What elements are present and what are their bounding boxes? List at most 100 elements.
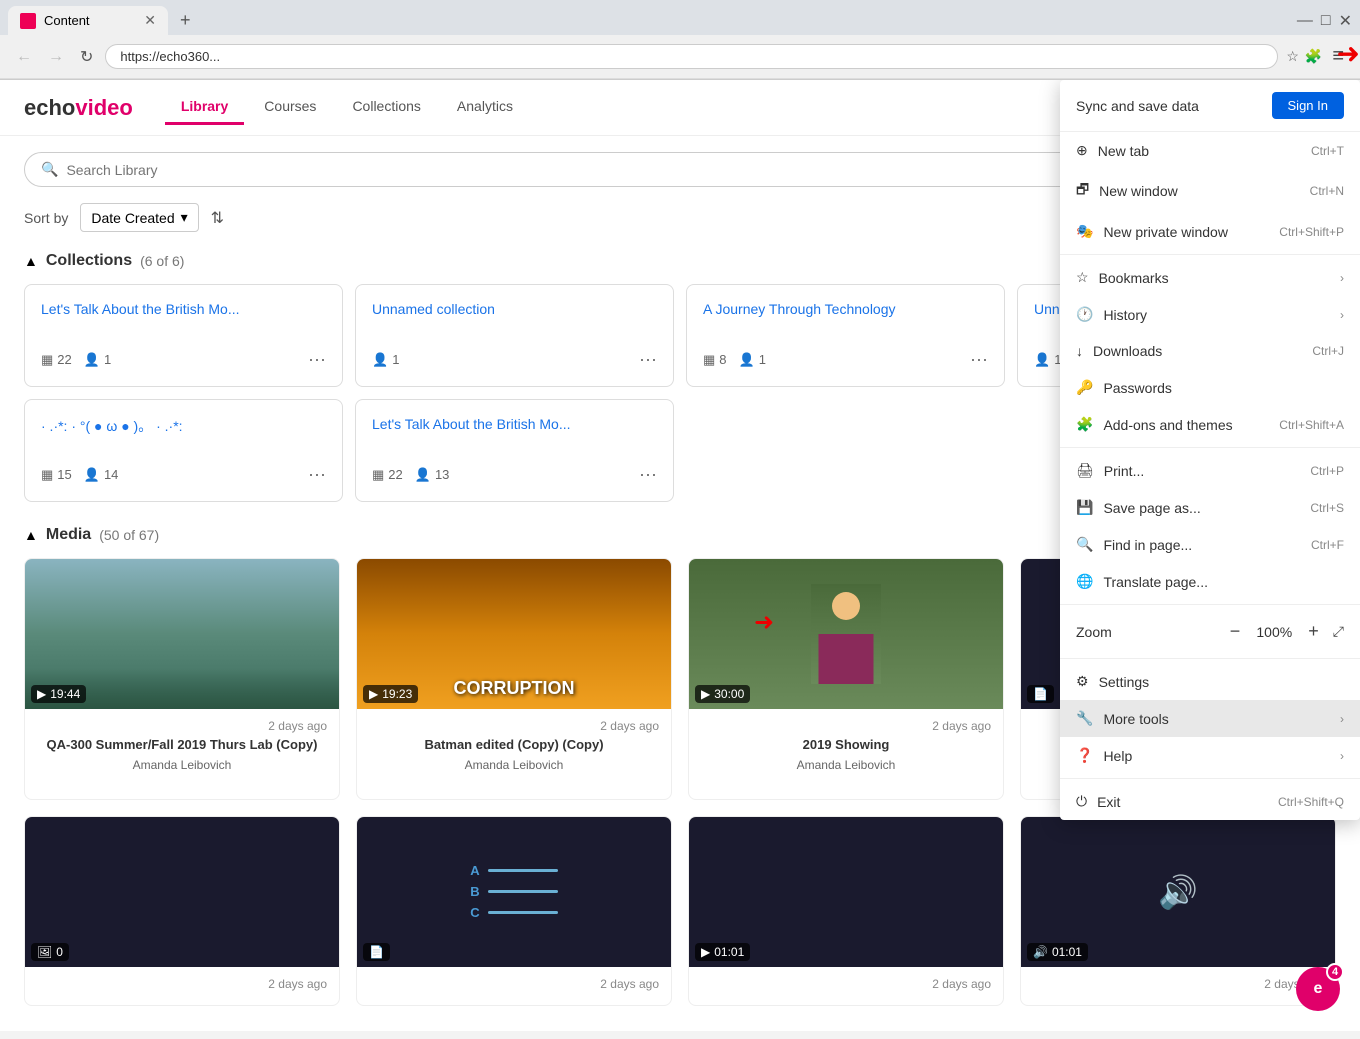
media-card-6[interactable]: ▶ 01:01 2 days ago	[688, 816, 1004, 1006]
items-stat-5: ▦22	[372, 467, 403, 483]
active-tab[interactable]: Content ✕	[8, 6, 168, 35]
collapse-icon: ▲	[24, 253, 38, 269]
users-icon-1: 👤	[372, 352, 388, 368]
media-info-4: 2 days ago	[25, 967, 339, 1005]
menu-item-passwords[interactable]: 🔑 Passwords	[1060, 369, 1360, 406]
collection-card-5[interactable]: Let's Talk About the British Mo... ▦22 👤…	[355, 399, 674, 502]
star-icon[interactable]: ☆	[1286, 48, 1299, 65]
collection-more-0[interactable]: ···	[308, 349, 326, 370]
zoom-in-button[interactable]: +	[1302, 619, 1325, 644]
media-count: (50 of 67)	[99, 527, 159, 543]
new-window-icon: 🗗	[1076, 179, 1089, 203]
collection-card-2[interactable]: A Journey Through Technology ▦8 👤1 ···	[686, 284, 1005, 387]
address-icons: ☆ 🧩 ≡ ➜	[1286, 41, 1348, 72]
zoom-fullscreen-button[interactable]: ⤢	[1333, 623, 1344, 640]
forward-button[interactable]: →	[44, 44, 68, 70]
collection-more-1[interactable]: ···	[639, 349, 657, 370]
users-icon-5: 👤	[415, 467, 431, 483]
new-tab-button[interactable]: +	[172, 6, 199, 35]
help-chevron: ›	[1340, 749, 1344, 763]
media-author-1: Amanda Leibovich	[369, 758, 659, 772]
media-collapse-icon: ▲	[24, 527, 38, 543]
media-card-0[interactable]: ▶ 19:44 2 days ago QA-300 Summer/Fall 20…	[24, 558, 340, 800]
menu-divider-4	[1060, 658, 1360, 659]
menu-item-translate[interactable]: 🌐 Translate page...	[1060, 563, 1360, 600]
media-duration-3: 📄	[1027, 685, 1054, 703]
media-duration-6: ▶ 01:01	[695, 943, 750, 961]
collection-card-0[interactable]: Let's Talk About the British Mo... ▦22 👤…	[24, 284, 343, 387]
sort-order-button[interactable]: ⇅	[211, 208, 224, 228]
history-icon: 🕐	[1076, 306, 1093, 323]
play-icon-1: ▶	[369, 687, 378, 701]
menu-item-exit[interactable]: ⏻ Exit Ctrl+Shift+Q	[1060, 783, 1360, 820]
collection-more-2[interactable]: ···	[970, 349, 988, 370]
menu-item-more-tools[interactable]: 🔧 More tools ›	[1060, 700, 1360, 737]
menu-item-print[interactable]: 🖨 Print... Ctrl+P	[1060, 452, 1360, 489]
media-card-1[interactable]: CORRUPTION ▶ 19:23 2 days ago Batman edi…	[356, 558, 672, 800]
back-button[interactable]: ←	[12, 44, 36, 70]
tab-close-button[interactable]: ✕	[144, 12, 156, 29]
firefox-menu-button[interactable]: ≡	[1328, 41, 1348, 72]
media-card-5[interactable]: A B C 📄	[356, 816, 672, 1006]
save-page-icon: 💾	[1076, 499, 1093, 516]
media-age-7: 2 days ago	[1033, 977, 1323, 991]
find-icon: 🔍	[1076, 536, 1093, 553]
menu-item-history[interactable]: 🕐 History ›	[1060, 296, 1360, 333]
collection-card-4[interactable]: · .·*: · °( ● ω ● )。 · .·*: ▦15 👤14 ···	[24, 399, 343, 502]
collection-card-1[interactable]: Unnamed collection 👤1 ···	[355, 284, 674, 387]
save-page-label: Save page as...	[1103, 500, 1200, 516]
media-thumb-7: 🔊 🔊 01:01	[1021, 817, 1335, 967]
menu-item-help[interactable]: ❓ Help ›	[1060, 737, 1360, 774]
media-thumb-1: CORRUPTION ▶ 19:23	[357, 559, 671, 709]
collection-more-4[interactable]: ···	[308, 464, 326, 485]
exit-shortcut: Ctrl+Shift+Q	[1278, 795, 1344, 809]
users-stat-5: 👤13	[415, 467, 450, 483]
media-age-4: 2 days ago	[37, 977, 327, 991]
users-icon-0: 👤	[84, 352, 100, 368]
maximize-button[interactable]: □	[1321, 12, 1331, 30]
nav-courses[interactable]: Courses	[248, 90, 332, 125]
zoom-control: − 100% + ⤢	[1224, 619, 1344, 644]
menu-item-addons[interactable]: 🧩 Add-ons and themes Ctrl+Shift+A	[1060, 406, 1360, 443]
media-card-2[interactable]: ▶ 30:00 2 days ago 2019 Showing Amanda L…	[688, 558, 1004, 800]
media-duration-5: 📄	[363, 943, 390, 961]
help-icon: ❓	[1076, 747, 1093, 764]
nav-library[interactable]: Library	[165, 90, 244, 125]
sort-dropdown[interactable]: Date Created ▾	[80, 203, 198, 232]
media-card-4[interactable]: 🖼 0 2 days ago	[24, 816, 340, 1006]
media-card-7[interactable]: 🔊 🔊 01:01 2 days ago	[1020, 816, 1336, 1006]
main-nav: Library Courses Collections Analytics	[165, 90, 529, 125]
help-label: Help	[1103, 748, 1132, 764]
minimize-button[interactable]: —	[1297, 12, 1313, 30]
menu-divider-2	[1060, 447, 1360, 448]
menu-item-settings[interactable]: ⚙ Settings	[1060, 663, 1360, 700]
collections-count: (6 of 6)	[140, 253, 184, 269]
zoom-out-button[interactable]: −	[1224, 619, 1247, 644]
refresh-button[interactable]: ↻	[76, 43, 97, 71]
menu-item-new-tab[interactable]: ⊕ New tab Ctrl+T	[1060, 132, 1360, 169]
nav-analytics[interactable]: Analytics	[441, 90, 529, 125]
menu-item-find[interactable]: 🔍 Find in page... Ctrl+F	[1060, 526, 1360, 563]
play-icon-0: ▶	[37, 687, 46, 701]
history-label: History	[1103, 307, 1147, 323]
close-window-button[interactable]: ✕	[1339, 11, 1352, 31]
menu-item-new-window[interactable]: 🗗 New window Ctrl+N	[1060, 169, 1360, 213]
address-bar: ← → ↻ ☆ 🧩 ≡ ➜	[0, 35, 1360, 79]
extensions-icon[interactable]: 🧩	[1305, 48, 1322, 65]
nav-collections[interactable]: Collections	[336, 90, 436, 125]
menu-item-save-page[interactable]: 💾 Save page as... Ctrl+S	[1060, 489, 1360, 526]
items-stat-4: ▦15	[41, 467, 72, 483]
url-input[interactable]	[105, 44, 1278, 69]
collection-meta-2: ▦8 👤1 ···	[703, 349, 988, 370]
menu-item-downloads[interactable]: ↓ Downloads Ctrl+J	[1060, 333, 1360, 369]
items-stat-2: ▦8	[703, 352, 727, 368]
new-window-label: New window	[1099, 183, 1178, 199]
settings-label: Settings	[1099, 674, 1150, 690]
menu-item-private-window[interactable]: 🎭 New private window Ctrl+Shift+P	[1060, 213, 1360, 250]
media-age-6: 2 days ago	[701, 977, 991, 991]
notification-button[interactable]: e 4	[1296, 967, 1340, 1011]
audio-dur-icon-7: 🔊	[1033, 945, 1048, 959]
menu-item-bookmarks[interactable]: ☆ Bookmarks ›	[1060, 259, 1360, 296]
collection-more-5[interactable]: ···	[639, 464, 657, 485]
sign-in-button[interactable]: Sign In	[1272, 92, 1344, 119]
